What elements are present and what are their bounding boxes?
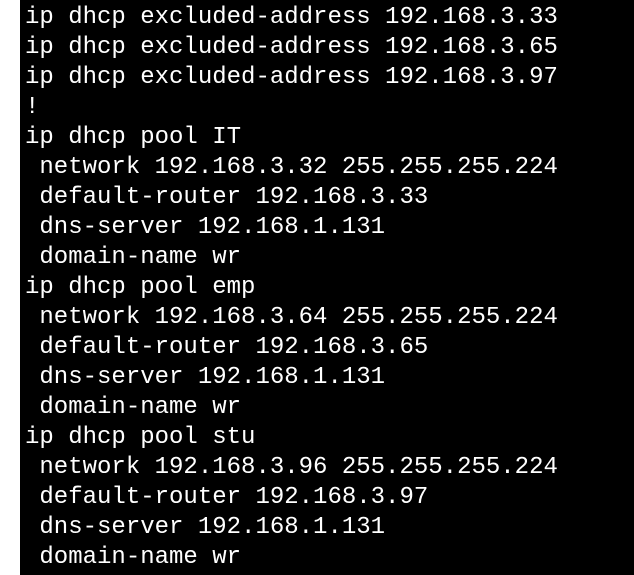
- config-line-emp-network: network 192.168.3.64 255.255.255.224: [25, 304, 558, 331]
- config-line-stu-network: network 192.168.3.96 255.255.255.224: [25, 454, 558, 481]
- config-line-emp-default-router: default-router 192.168.3.65: [25, 334, 429, 361]
- config-line-it-dns-server: dns-server 192.168.1.131: [25, 214, 386, 241]
- config-line-pool-it: ip dhcp pool IT: [25, 124, 242, 151]
- config-line-emp-dns-server: dns-server 192.168.1.131: [25, 364, 386, 391]
- terminal-window[interactable]: ip dhcp excluded-address 192.168.3.33 ip…: [20, 0, 634, 575]
- config-line-excluded-address-1: ip dhcp excluded-address 192.168.3.33: [25, 4, 558, 31]
- config-line-it-network: network 192.168.3.32 255.255.255.224: [25, 154, 558, 181]
- config-line-separator: !: [25, 94, 40, 121]
- config-line-stu-default-router: default-router 192.168.3.97: [25, 484, 429, 511]
- config-line-it-domain-name: domain-name wr: [25, 244, 242, 271]
- config-line-excluded-address-2: ip dhcp excluded-address 192.168.3.65: [25, 34, 558, 61]
- config-line-excluded-address-3: ip dhcp excluded-address 192.168.3.97: [25, 64, 558, 91]
- config-line-emp-domain-name: domain-name wr: [25, 394, 242, 421]
- config-line-stu-domain-name: domain-name wr: [25, 544, 242, 571]
- config-line-it-default-router: default-router 192.168.3.33: [25, 184, 429, 211]
- config-line-pool-stu: ip dhcp pool stu: [25, 424, 256, 451]
- config-line-stu-dns-server: dns-server 192.168.1.131: [25, 514, 386, 541]
- config-line-pool-emp: ip dhcp pool emp: [25, 274, 256, 301]
